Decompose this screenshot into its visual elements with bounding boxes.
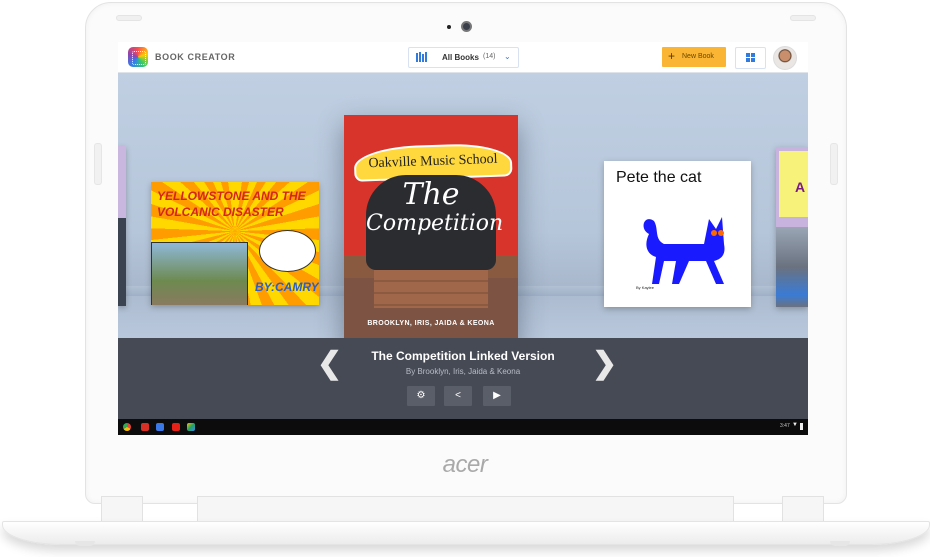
speech-bubble — [259, 230, 316, 272]
cover-chalkboard: The Competition — [366, 175, 504, 270]
app-title: BOOK CREATOR — [155, 52, 236, 62]
book-cover-yellowstone[interactable]: YELLOWSTONE AND THE VOLCANIC DISASTER BY… — [151, 182, 319, 305]
app-toolbar: BOOK CREATOR All Books (14) ⌄ + New Book — [118, 42, 808, 73]
selected-book-byline: By Brooklyn, Iris, Jaida & Keona — [405, 367, 521, 376]
book-cover-partial-right[interactable]: A — [776, 147, 808, 307]
user-avatar[interactable] — [773, 46, 797, 70]
cover-title: Pete the cat — [616, 169, 702, 186]
os-taskbar: 3:47 ▼ — [118, 419, 808, 435]
cover-byline: By Kaylee — [636, 285, 655, 290]
lid-bump — [830, 143, 838, 185]
selected-book-title: The Competition Linked Version — [371, 349, 555, 363]
lid-slot — [116, 15, 142, 21]
wifi-icon[interactable]: ▼ — [792, 422, 798, 428]
cover-bricks — [374, 270, 488, 308]
lid-bump — [94, 143, 102, 185]
book-cover-pete-the-cat[interactable]: Pete the cat By Kaylee — [604, 161, 751, 307]
new-book-label: New Book — [682, 53, 714, 60]
book-creator-logo[interactable] — [128, 47, 148, 67]
share-icon: < — [455, 390, 461, 401]
cover-letter: A — [795, 179, 806, 195]
cover-photo — [776, 227, 808, 307]
plus-icon: + — [668, 49, 676, 63]
cover-title: The Competition — [366, 177, 504, 237]
play-icon: ▶ — [493, 390, 501, 401]
webcam — [461, 21, 472, 32]
cover-byline: BY:CAMRYN — [255, 280, 319, 294]
book-filter-dropdown[interactable]: All Books (14) ⌄ — [408, 47, 519, 68]
banner-text: Oakville Music School — [368, 151, 498, 172]
brand-logo: acer — [442, 451, 488, 478]
chrome-icon[interactable] — [123, 423, 131, 431]
drive-icon[interactable] — [187, 423, 195, 431]
cover-authors: BROOKLYN, IRIS, JAIDA & KEONA — [367, 320, 495, 327]
google-search-icon[interactable] — [156, 423, 164, 431]
youtube-icon[interactable] — [172, 423, 180, 431]
filter-label: All Books — [442, 53, 479, 62]
play-button[interactable]: ▶ — [483, 386, 511, 406]
book-info-bar: ❮ The Competition Linked Version By Broo… — [118, 338, 808, 419]
cover-photo — [151, 242, 248, 305]
cover-title-line2: Competition — [366, 211, 504, 236]
gear-icon: ⚙ — [416, 390, 426, 401]
bookshelf: YELLOWSTONE AND THE VOLCANIC DISASTER BY… — [118, 73, 808, 348]
cover-panel: A — [779, 151, 808, 217]
logo-mark — [132, 51, 146, 65]
laptop-base — [2, 521, 930, 545]
settings-button[interactable]: ⚙ — [407, 386, 435, 406]
gmail-icon[interactable] — [141, 423, 149, 431]
grid-view-button[interactable] — [735, 47, 766, 69]
battery-icon[interactable] — [800, 423, 803, 430]
lid-slot — [790, 15, 816, 21]
next-book-button[interactable]: ❯ — [592, 346, 617, 381]
share-button[interactable]: < — [444, 386, 472, 406]
cover-title: YELLOWSTONE AND THE VOLCANIC DISASTER — [157, 189, 306, 219]
book-cover-partial-left[interactable] — [118, 146, 126, 306]
book-cover-competition[interactable]: Oakville Music School The Competition BR… — [344, 115, 518, 348]
chevron-down-icon: ⌄ — [504, 52, 511, 61]
cover-title-line1: The — [402, 177, 460, 212]
clock[interactable]: 3:47 — [780, 423, 790, 429]
screen: BOOK CREATOR All Books (14) ⌄ + New Book… — [118, 42, 808, 435]
library-icon — [416, 52, 427, 62]
new-book-button[interactable]: + New Book — [662, 47, 726, 67]
cat-drawing — [643, 217, 725, 284]
filter-count: (14) — [483, 53, 496, 60]
laptop-foot — [830, 541, 850, 546]
camera-indicator — [447, 25, 451, 29]
laptop-foot — [75, 541, 95, 546]
